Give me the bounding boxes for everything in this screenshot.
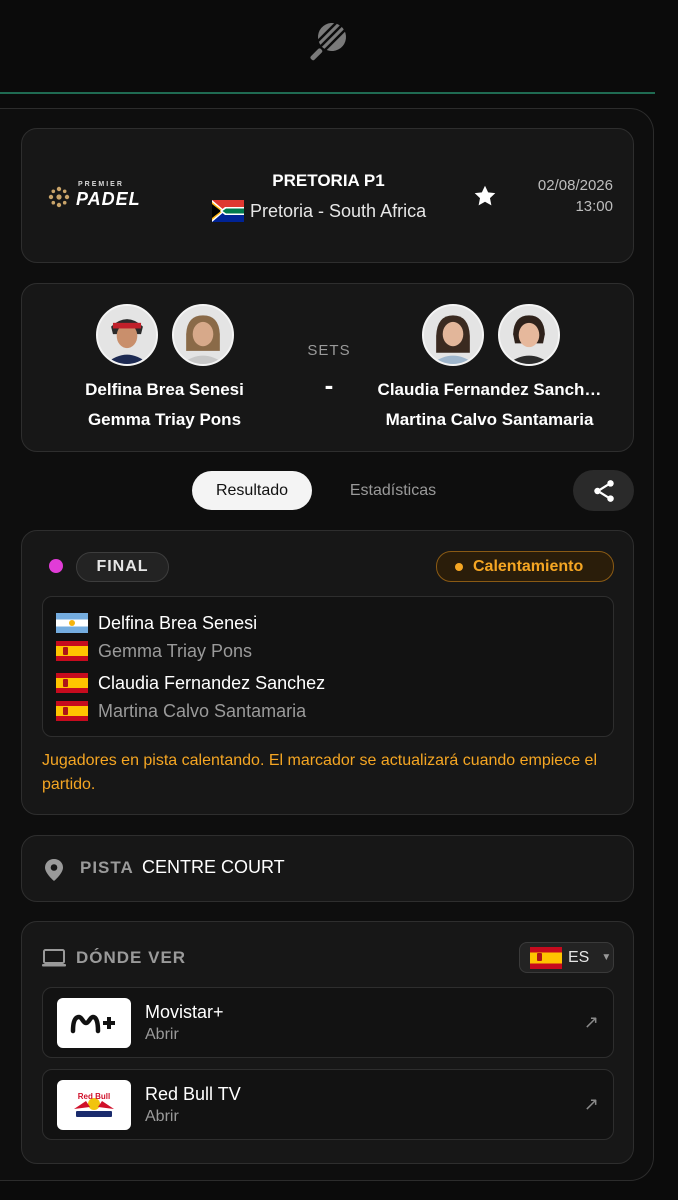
redbull-tv-logo-icon: Red Bull (74, 1092, 114, 1117)
court-label: PISTA (80, 858, 134, 877)
spain-flag-icon (530, 946, 562, 969)
sets-label: SETS (307, 342, 351, 359)
movistar-logo (57, 998, 131, 1048)
team2-player1-name: Claudia Fernandez Sanch… (377, 380, 602, 399)
chevron-down-icon: ▼ (601, 952, 612, 963)
tournament-header-card: PREMIER PADEL PRETORIA P1 Pretoria - Sou… (21, 128, 634, 263)
location-pin-icon (45, 859, 63, 881)
court-card: PISTA CENTRE COURT (21, 835, 634, 902)
country-select[interactable]: ES ▼ (519, 942, 614, 973)
movistar-logo-icon (70, 1014, 115, 1034)
share-button[interactable] (573, 470, 634, 511)
where-to-watch-card: DÓNDE VER ES ▼ Movistar+ Abrir ↗ Red Bul… (21, 921, 634, 1164)
list-item: Delfina Brea Senesi (56, 611, 257, 635)
avatar-player-delfina[interactable] (96, 304, 158, 366)
match-time: 13:00 (575, 198, 613, 215)
spain-flag-icon (56, 701, 88, 721)
south-africa-flag-icon (212, 200, 244, 222)
status-badge: Calentamiento (436, 551, 614, 582)
live-dot (49, 559, 63, 573)
external-link-icon: ↗ (583, 1094, 599, 1114)
favorite-star-icon[interactable] (472, 183, 498, 209)
argentina-flag-icon (56, 613, 88, 633)
tab-resultado[interactable]: Resultado (192, 471, 312, 510)
provider-action: Abrir (145, 1108, 179, 1125)
match-status-card: FINAL Calentamiento Delfina Brea Senesi … (21, 530, 634, 815)
location-text: Pretoria - South Africa (250, 200, 427, 221)
provider-movistar[interactable]: Movistar+ Abrir ↗ (42, 987, 614, 1058)
tournament-location: Pretoria - South Africa (212, 199, 426, 223)
provider-action: Abrir (145, 1026, 179, 1043)
monitor-icon (42, 949, 66, 967)
players-list: Delfina Brea Senesi Gemma Triay Pons Cla… (42, 596, 614, 737)
where-to-watch-title: DÓNDE VER (76, 948, 187, 967)
status-text: Calentamiento (473, 557, 584, 575)
match-datetime: 02/08/2026 13:00 (538, 175, 613, 217)
spain-flag-icon (56, 673, 88, 693)
brand-padel-text: PADEL (76, 189, 141, 209)
court-value: CENTRE COURT (142, 857, 285, 877)
player-name: Claudia Fernandez Sanchez (98, 672, 326, 693)
player-name: Gemma Triay Pons (98, 640, 253, 661)
provider-name: Red Bull TV (145, 1084, 241, 1104)
top-bar (0, 0, 678, 94)
svg-text:Red Bull: Red Bull (78, 1092, 110, 1101)
provider-name: Movistar+ (145, 1002, 224, 1022)
team1-player1-name: Delfina Brea Senesi (85, 380, 244, 399)
list-item: Martina Calvo Santamaria (56, 699, 306, 723)
list-item: Gemma Triay Pons (56, 639, 252, 663)
match-date: 02/08/2026 (537, 177, 613, 194)
avatar-player-claudia[interactable] (422, 304, 484, 366)
share-icon (593, 479, 614, 502)
top-divider (0, 92, 655, 94)
padel-racket-logo-icon[interactable] (301, 16, 353, 68)
list-item: Claudia Fernandez Sanchez (56, 671, 325, 695)
external-link-icon: ↗ (583, 1012, 599, 1032)
avatar-player-martina[interactable] (498, 304, 560, 366)
spain-flag-icon (56, 641, 88, 661)
player-name: Delfina Brea Senesi (98, 612, 258, 633)
team1-player2-name: Gemma Triay Pons (87, 410, 242, 429)
tab-estadisticas[interactable]: Estadísticas (330, 471, 456, 510)
warmup-message: Jugadores en pista calentando. El marcad… (42, 752, 597, 793)
status-dot (455, 562, 463, 571)
country-code: ES (568, 948, 590, 966)
round-badge: FINAL (76, 552, 169, 582)
team2-player2-name: Martina Calvo Santamaria (385, 410, 594, 429)
redbull-tv-logo: Red Bull (57, 1080, 131, 1130)
teams-card: Delfina Brea Senesi Gemma Triay Pons Cla… (21, 283, 634, 452)
avatar-player-gemma[interactable] (172, 304, 234, 366)
player-name: Martina Calvo Santamaria (98, 700, 307, 721)
sets-score: - (324, 370, 334, 400)
provider-redbull[interactable]: Red Bull Red Bull TV Abrir ↗ (42, 1069, 614, 1140)
